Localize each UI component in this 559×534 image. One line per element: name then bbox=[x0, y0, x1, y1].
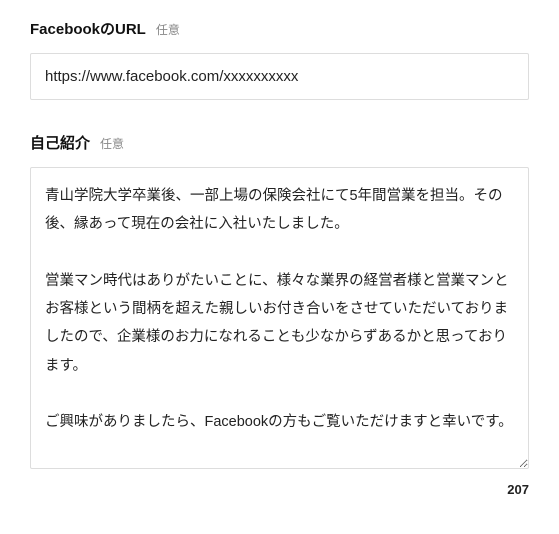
facebook-label-row: FacebookのURL 任意 bbox=[30, 18, 529, 39]
facebook-label: FacebookのURL bbox=[30, 18, 146, 39]
bio-label: 自己紹介 bbox=[30, 132, 90, 153]
bio-char-counter: 207 bbox=[30, 482, 529, 497]
bio-optional-tag: 任意 bbox=[100, 135, 124, 152]
bio-label-row: 自己紹介 任意 bbox=[30, 132, 529, 153]
bio-textarea[interactable] bbox=[30, 167, 529, 469]
bio-group: 自己紹介 任意 207 bbox=[30, 132, 529, 497]
facebook-url-input[interactable] bbox=[30, 53, 529, 100]
facebook-optional-tag: 任意 bbox=[156, 21, 180, 38]
facebook-url-group: FacebookのURL 任意 bbox=[30, 18, 529, 100]
